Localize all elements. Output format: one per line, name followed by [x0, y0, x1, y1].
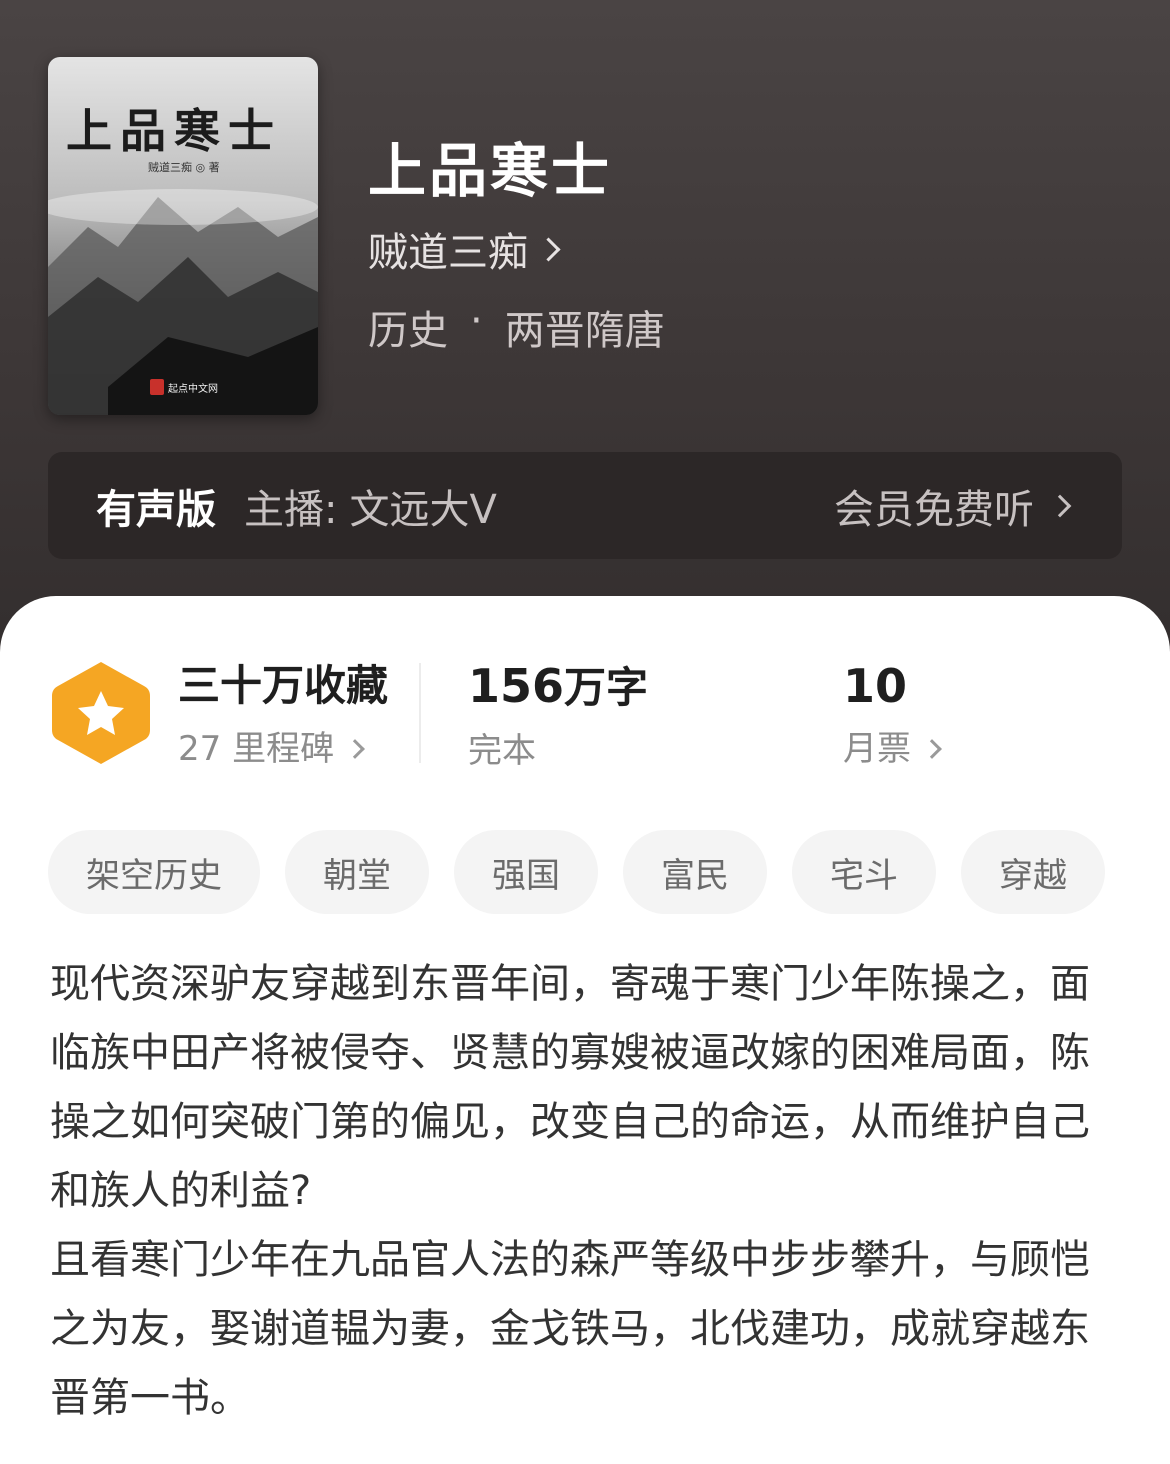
book-description[interactable]: 现代资深驴友穿越到东晋年间，寄魂于寒门少年陈操之，面临族中田产将被侵夺、贤慧的寡…	[50, 950, 1122, 1433]
monthly-ticket-count: 10	[843, 659, 908, 713]
cover-author: 贼道三痴 ◎ 著	[148, 161, 220, 174]
stats-divider	[419, 663, 421, 763]
genre-subcategory[interactable]: 两晋隋唐	[505, 298, 665, 356]
description-paragraph: 现代资深驴友穿越到东晋年间，寄魂于寒门少年陈操之，面临族中田产将被侵夺、贤慧的寡…	[50, 961, 1090, 1214]
monthly-ticket-stat[interactable]: 10 月票	[843, 659, 942, 772]
member-free-listen-label: 会员免费听	[834, 486, 1034, 533]
tag-list: 架空历史 朝堂 强国 富民 宅斗 穿越	[48, 830, 1105, 914]
cover-publisher: 起点中文网	[150, 379, 218, 395]
milestones-link[interactable]: 27 里程碑	[178, 726, 388, 772]
audio-version-label: 有声版	[96, 486, 216, 533]
narrator-name: 文远大V	[349, 486, 497, 533]
genre-line: 历史 · 两晋隋唐	[368, 298, 665, 356]
tag-chip[interactable]: 朝堂	[285, 830, 429, 914]
audio-version-bar[interactable]: 有声版 主播: 文远大V 会员免费听	[48, 452, 1122, 559]
word-count-number: 156	[468, 659, 565, 713]
chevron-right-icon	[922, 739, 942, 759]
monthly-ticket-label: 月票	[843, 729, 911, 769]
book-cover[interactable]: 上品寒士 贼道三痴 ◎ 著 起点中文网	[48, 57, 318, 415]
tag-chip[interactable]: 强国	[454, 830, 598, 914]
tag-chip[interactable]: 架空历史	[48, 830, 260, 914]
cover-publisher-name: 起点中文网	[168, 383, 218, 395]
description-paragraph: 且看寒门少年在九品官人法的森严等级中步步攀升，与顾恺之为友，娶谢道韫为妻，金戈铁…	[50, 1237, 1090, 1421]
publisher-logo-icon	[150, 379, 164, 395]
tag-chip[interactable]: 富民	[623, 830, 767, 914]
milestones-label: 27 里程碑	[178, 729, 335, 769]
monthly-ticket-link[interactable]: 月票	[843, 726, 942, 772]
tag-chip[interactable]: 宅斗	[792, 830, 936, 914]
chevron-right-icon	[536, 236, 561, 262]
author-name: 贼道三痴	[368, 230, 528, 276]
word-count-unit: 万字	[564, 663, 649, 712]
genre-category[interactable]: 历史	[368, 298, 448, 356]
author-link[interactable]: 贼道三痴	[368, 220, 561, 278]
chevron-right-icon	[1048, 494, 1072, 517]
book-title: 上品寒士	[368, 137, 613, 205]
word-count-stat: 156万字 完本	[468, 660, 648, 774]
word-count: 156万字	[468, 660, 648, 714]
cover-title: 上品寒士	[66, 104, 282, 158]
completion-status: 完本	[468, 731, 536, 771]
collections-count: 三十万收藏	[178, 661, 389, 710]
genre-separator: ·	[470, 298, 483, 344]
tag-chip[interactable]: 穿越	[961, 830, 1105, 914]
narrator-label: 主播:	[244, 486, 338, 533]
member-free-listen-button[interactable]: 会员免费听	[834, 477, 1072, 535]
collections-stat[interactable]: 三十万收藏 27 里程碑	[178, 660, 388, 772]
star-hexagon-icon	[52, 662, 150, 764]
chevron-right-icon	[345, 739, 365, 759]
